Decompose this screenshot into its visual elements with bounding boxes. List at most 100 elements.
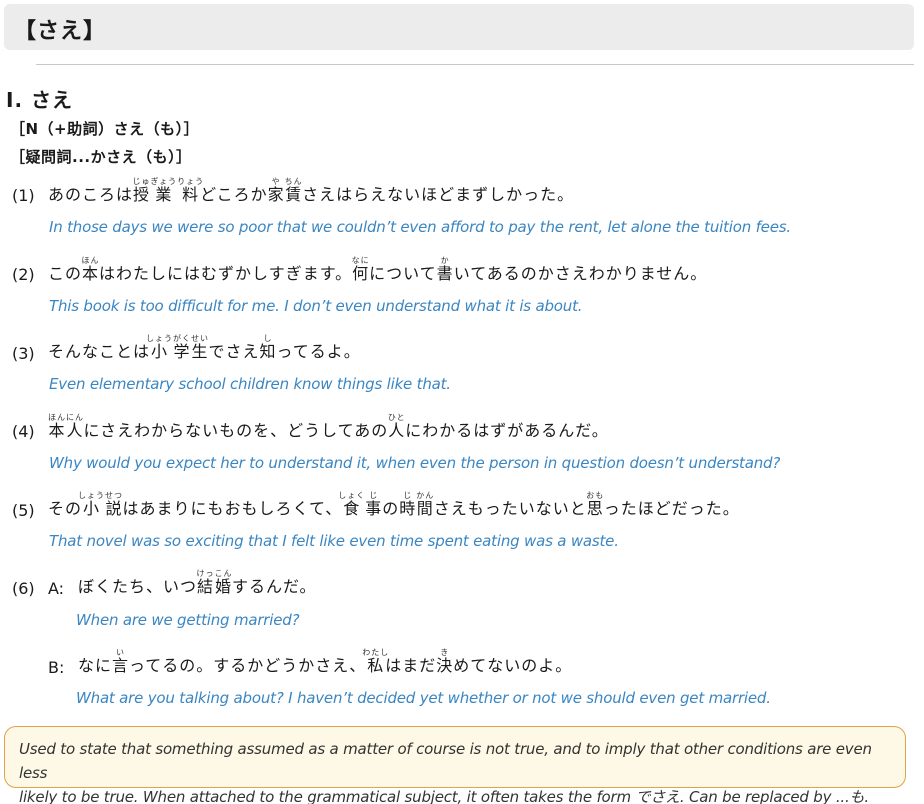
furigana: こん bbox=[214, 569, 233, 578]
furigana: わたし bbox=[362, 648, 390, 657]
kanji-with-reading: 説せつ bbox=[105, 491, 123, 518]
kanji-with-reading: 学がく bbox=[173, 334, 191, 361]
japanese-text: ったほどだった。 bbox=[603, 499, 740, 518]
furigana: けっ bbox=[196, 569, 215, 578]
furigana: じ bbox=[399, 491, 417, 500]
furigana: せい bbox=[190, 334, 209, 343]
furigana: りょう bbox=[177, 177, 205, 186]
furigana: しょう bbox=[146, 334, 174, 343]
kanji-with-reading: 賃ちん bbox=[284, 177, 303, 204]
dialogue-english: What are you talking about? I haven’t de… bbox=[76, 689, 771, 707]
japanese-text: にさえわからないものを、どうしてあの bbox=[83, 421, 389, 440]
japanese-text: でさえ bbox=[208, 342, 260, 361]
usage-note-text: Used to state that something assumed as … bbox=[19, 737, 899, 804]
japanese-text: はまだ bbox=[385, 656, 437, 675]
furigana: なに bbox=[351, 256, 370, 265]
furigana: じ bbox=[365, 491, 383, 500]
japanese-text: めてないのよ。 bbox=[453, 656, 573, 675]
japanese-text: さえもったいないと bbox=[433, 499, 587, 518]
title-bar: 【さえ】 bbox=[4, 4, 914, 50]
example-number: (6) bbox=[12, 579, 35, 598]
kanji-with-reading: 結けっ bbox=[196, 569, 215, 596]
furigana: おも bbox=[586, 491, 605, 500]
example-japanese: その小しょう説せつはあまりにもおもしろくて、食しょく事じの時じ間かんさえもったい… bbox=[48, 491, 740, 517]
kanji-with-reading: 小しょう bbox=[78, 491, 106, 518]
japanese-text: するんだ。 bbox=[232, 577, 317, 596]
kanji-with-reading: 婚こん bbox=[214, 569, 233, 596]
kanji-with-reading: 料りょう bbox=[177, 177, 205, 204]
usage-note-line-1: Used to state that something assumed as … bbox=[19, 740, 872, 782]
dialogue-japanese: なに言いってるの。するかどうかさえ、私わたしはまだ決きめてないのよ。 bbox=[78, 648, 572, 674]
pattern-2: ［疑問詞...かさえ（も）］ bbox=[10, 148, 192, 166]
kanji-with-reading: 時じ bbox=[399, 491, 417, 518]
example-english: That novel was so exciting that I felt l… bbox=[49, 532, 619, 550]
furigana: い bbox=[112, 648, 130, 657]
furigana: がく bbox=[173, 334, 191, 343]
japanese-text: その bbox=[48, 499, 83, 518]
page-title: 【さえ】 bbox=[14, 19, 107, 44]
example-number: (1) bbox=[12, 186, 35, 205]
example-english: Even elementary school children know thi… bbox=[49, 375, 451, 393]
kanji-with-reading: 小しょう bbox=[146, 334, 174, 361]
furigana: ほん bbox=[81, 256, 100, 265]
kanji-with-reading: 業ぎょう bbox=[150, 177, 178, 204]
kanji-with-reading: 知し bbox=[259, 334, 277, 361]
furigana: ひと bbox=[387, 413, 406, 422]
japanese-text: ってるよ。 bbox=[276, 342, 361, 361]
kanji-with-reading: 本ほん bbox=[81, 256, 100, 283]
kanji-with-reading: 何なに bbox=[351, 256, 370, 283]
dialogue-japanese: ぼくたち、いつ結けっ婚こんするんだ。 bbox=[78, 569, 317, 595]
example-number: (4) bbox=[12, 422, 35, 441]
pattern-1: ［N（+助詞）さえ（も）］ bbox=[10, 120, 200, 138]
japanese-text: いてあるのかさえわかりません。 bbox=[453, 264, 708, 283]
japanese-text: なに bbox=[78, 656, 113, 675]
furigana: じゅ bbox=[132, 177, 151, 186]
furigana: や bbox=[267, 177, 285, 186]
japanese-text: について bbox=[369, 264, 437, 283]
kanji-with-reading: 家や bbox=[267, 177, 285, 204]
japanese-text: にわかるはずがあるんだ。 bbox=[405, 421, 609, 440]
speaker-label: B: bbox=[48, 658, 65, 677]
example-english: In those days we were so poor that we co… bbox=[49, 218, 791, 236]
example-number: (3) bbox=[12, 344, 35, 363]
kanji-with-reading: 書か bbox=[436, 256, 454, 283]
kanji-with-reading: 食しょく bbox=[338, 491, 366, 518]
japanese-text: そんなことは bbox=[48, 342, 151, 361]
furigana: か bbox=[436, 256, 454, 265]
japanese-text: はわたしにはむずかしすぎます。 bbox=[99, 264, 353, 283]
japanese-text: はあまりにもおもしろくて、 bbox=[122, 499, 343, 518]
furigana: ぎょう bbox=[150, 177, 178, 186]
kanji-with-reading: 思おも bbox=[586, 491, 605, 518]
furigana: かん bbox=[416, 491, 435, 500]
kanji-with-reading: 人ひと bbox=[387, 413, 406, 440]
japanese-text: この bbox=[48, 264, 83, 283]
japanese-text: の bbox=[382, 499, 400, 518]
kanji-with-reading: 間かん bbox=[416, 491, 435, 518]
furigana: ちん bbox=[284, 177, 303, 186]
divider bbox=[36, 64, 914, 65]
example-number: (2) bbox=[12, 265, 35, 284]
kanji-with-reading: 人にん bbox=[65, 413, 84, 440]
example-english: Why would you expect her to understand i… bbox=[49, 454, 781, 472]
kanji-with-reading: 私わたし bbox=[362, 648, 390, 675]
japanese-text: ぼくたち、いつ bbox=[78, 577, 198, 596]
section-heading: Ⅰ. さえ bbox=[6, 88, 74, 112]
kanji-with-reading: 本ほん bbox=[48, 413, 66, 440]
furigana: し bbox=[259, 334, 277, 343]
japanese-text: ってるの。するかどうかさえ、 bbox=[129, 656, 367, 675]
example-japanese: 本ほん人にんにさえわからないものを、どうしてあの人ひとにわかるはずがあるんだ。 bbox=[48, 413, 609, 439]
japanese-text: さえはらえないほどまずしかった。 bbox=[302, 185, 575, 204]
furigana: しょう bbox=[78, 491, 106, 500]
furigana: にん bbox=[65, 413, 84, 422]
kanji-with-reading: 決き bbox=[436, 648, 454, 675]
usage-note-line-2: likely to be true. When attached to the … bbox=[19, 788, 869, 804]
furigana: しょく bbox=[338, 491, 366, 500]
kanji-with-reading: 生せい bbox=[190, 334, 209, 361]
speaker-label: A: bbox=[48, 579, 65, 598]
furigana: ほん bbox=[48, 413, 66, 422]
example-japanese: この本ほんはわたしにはむずかしすぎます。何なにについて書かいてあるのかさえわかり… bbox=[48, 256, 707, 282]
example-japanese: あのころは授じゅ業ぎょう料りょうどころか家や賃ちんさえはらえないほどまずしかった… bbox=[48, 177, 574, 203]
furigana: せつ bbox=[105, 491, 123, 500]
dialogue-english: When are we getting married? bbox=[76, 611, 300, 629]
example-english: This book is too difficult for me. I don… bbox=[49, 297, 583, 315]
